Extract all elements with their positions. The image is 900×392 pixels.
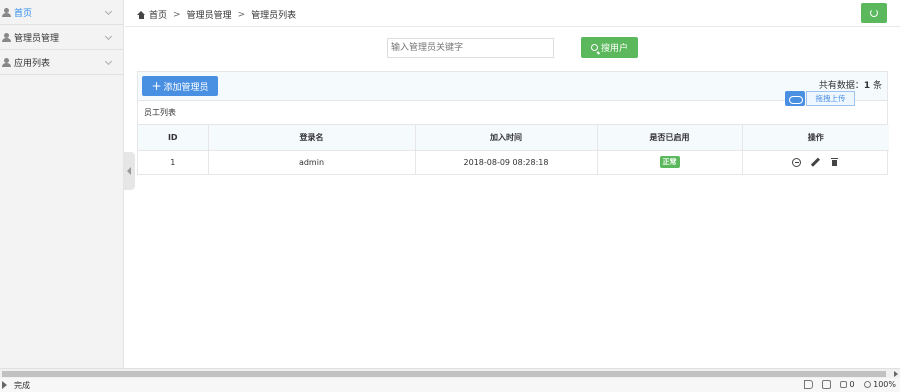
column-header-actions: 操作 <box>742 125 889 151</box>
plus-icon: + <box>151 79 162 93</box>
breadcrumb: 首页 > 管理员管理 > 管理员列表 <box>137 8 296 21</box>
zoom-value: 100% <box>873 380 896 389</box>
chevron-down-icon <box>104 57 113 66</box>
status-bar-tools: 0 100% <box>803 380 896 389</box>
drag-upload-button[interactable]: 拖拽上传 <box>806 91 855 106</box>
top-bar: 首页 > 管理员管理 > 管理员列表 <box>125 0 900 27</box>
column-header-login: 登录名 <box>208 125 416 151</box>
cell-id: 1 <box>138 150 209 174</box>
breadcrumb-admin-list: 管理员列表 <box>251 11 297 21</box>
notification-icon <box>839 381 847 388</box>
user-icon <box>2 32 11 42</box>
search-icon <box>590 44 598 51</box>
sidebar-item-admin-management[interactable]: 管理员管理 <box>0 25 123 50</box>
zoom-icon <box>863 381 871 388</box>
cloud-icon[interactable] <box>785 91 805 106</box>
play-icon <box>2 381 7 389</box>
cell-login: admin <box>208 150 416 174</box>
search-button-label: 搜用户 <box>600 44 628 54</box>
total-prefix: 共有数据： <box>818 81 864 91</box>
add-admin-label: 添加管理员 <box>163 82 209 93</box>
zoom-level[interactable]: 100% <box>863 380 896 389</box>
delete-icon[interactable] <box>830 157 839 167</box>
horizontal-scrollbar[interactable] <box>0 368 900 378</box>
notification-count: 0 <box>849 380 855 389</box>
cell-joined: 2018-08-09 08:28:18 <box>415 150 598 174</box>
browser-status-bar: 完成 0 100% <box>0 378 900 392</box>
search-users-button[interactable]: 搜用户 <box>581 37 638 58</box>
user-icon <box>2 7 11 17</box>
total-suffix: 条 <box>870 81 882 91</box>
refresh-icon <box>870 9 878 17</box>
status-text: 完成 <box>14 381 30 390</box>
sidebar-item-app-list[interactable]: 应用列表 <box>0 50 123 75</box>
breadcrumb-home[interactable]: 首页 <box>149 8 167 21</box>
sidebar-item-label: 应用列表 <box>14 58 51 69</box>
status-count[interactable]: 0 <box>839 380 855 389</box>
cell-actions <box>742 150 889 174</box>
column-header-joined: 加入时间 <box>415 125 598 151</box>
breadcrumb-admin-management[interactable]: 管理员管理 <box>187 8 232 21</box>
chevron-down-icon <box>104 32 113 41</box>
table-row: 1 admin 2018-08-09 08:28:18 正常 <box>138 150 889 174</box>
speaker-icon[interactable] <box>803 380 813 389</box>
sidebar: 首页 管理员管理 应用列表 <box>0 0 124 368</box>
sidebar-item-home[interactable]: 首页 <box>0 0 123 25</box>
add-admin-button[interactable]: + 添加管理员 <box>142 76 218 96</box>
sidebar-collapse-toggle[interactable] <box>124 152 135 190</box>
disable-icon[interactable] <box>792 157 802 167</box>
breadcrumb-separator: > <box>237 9 246 20</box>
table-header-row: ID 登录名 加入时间 是否已启用 操作 <box>138 125 889 151</box>
refresh-button[interactable] <box>861 3 887 23</box>
sidebar-item-label: 管理员管理 <box>14 33 60 44</box>
user-icon <box>2 57 11 67</box>
cell-status: 正常 <box>597 150 743 174</box>
total-count: 共有数据：1 条 <box>819 78 882 91</box>
admin-table: ID 登录名 加入时间 是否已启用 操作 1 admin 2018-08-09 … <box>138 125 889 174</box>
scroll-right-arrow-icon[interactable] <box>894 371 898 377</box>
scrollbar-thumb[interactable] <box>2 371 886 377</box>
app-window: 首页 管理员管理 应用列表 首页 > 管理员管理 > 管理员列表 输入管理员关键… <box>0 0 900 392</box>
breadcrumb-separator: > <box>173 9 181 20</box>
section-title: 员工列表 <box>138 101 887 125</box>
drag-upload-widget: 拖拽上传 <box>785 91 855 106</box>
panel-header: + 添加管理员 共有数据：1 条 拖拽上传 <box>138 72 887 106</box>
search-input[interactable] <box>387 38 554 58</box>
admin-panel: + 添加管理员 共有数据：1 条 拖拽上传 员工列表 ID 登录名 加入时间 是… <box>137 71 889 175</box>
home-icon <box>137 10 146 19</box>
status-badge: 正常 <box>659 156 680 169</box>
column-header-id: ID <box>138 125 209 151</box>
download-icon[interactable] <box>821 380 831 389</box>
chevron-down-icon <box>104 7 113 16</box>
sidebar-item-label: 首页 <box>14 8 33 19</box>
edit-icon[interactable] <box>811 158 820 167</box>
column-header-enabled: 是否已启用 <box>597 125 743 151</box>
